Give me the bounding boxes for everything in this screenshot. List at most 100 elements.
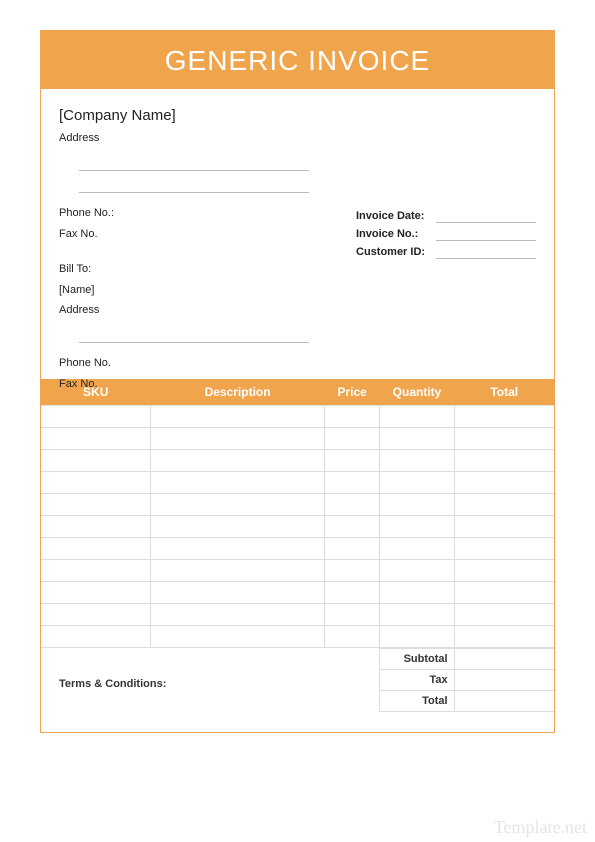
cell-qty[interactable]	[380, 428, 455, 450]
cell-sku[interactable]	[41, 604, 150, 626]
address-line[interactable]	[79, 177, 309, 193]
cell-qty[interactable]	[380, 626, 455, 648]
table-row	[41, 428, 554, 450]
cell-price[interactable]	[325, 604, 380, 626]
table-row	[41, 516, 554, 538]
terms-label: Terms & Conditions:	[41, 648, 379, 712]
tax-label: Tax	[380, 670, 455, 690]
cell-sku[interactable]	[41, 582, 150, 604]
cell-price[interactable]	[325, 538, 380, 560]
cell-qty[interactable]	[380, 538, 455, 560]
company-block: [Company Name] Address Phone No.: Fax No…	[59, 107, 359, 395]
invoice-date-field[interactable]	[436, 209, 536, 223]
table-row	[41, 626, 554, 648]
cell-qty[interactable]	[380, 472, 455, 494]
cell-total[interactable]	[454, 494, 554, 516]
table-row	[41, 604, 554, 626]
tax-value[interactable]	[455, 670, 554, 690]
cell-total[interactable]	[454, 560, 554, 582]
cell-total[interactable]	[454, 428, 554, 450]
invoice-no-label: Invoice No.:	[356, 228, 436, 240]
address-line[interactable]	[79, 327, 309, 343]
cell-desc[interactable]	[150, 560, 324, 582]
cell-sku[interactable]	[41, 560, 150, 582]
cell-price[interactable]	[325, 494, 380, 516]
cell-total[interactable]	[454, 604, 554, 626]
cell-qty[interactable]	[380, 406, 455, 428]
cell-price[interactable]	[325, 626, 380, 648]
customer-id-label: Customer ID:	[356, 246, 436, 258]
subtotal-value[interactable]	[455, 649, 554, 669]
total-label: Total	[380, 691, 455, 711]
billto-phone-label: Phone No.	[59, 353, 359, 374]
cell-qty[interactable]	[380, 582, 455, 604]
cell-qty[interactable]	[380, 604, 455, 626]
table-row	[41, 560, 554, 582]
subtotal-row: Subtotal	[379, 648, 554, 670]
cell-sku[interactable]	[41, 494, 150, 516]
address-line[interactable]	[79, 155, 309, 171]
cell-sku[interactable]	[41, 626, 150, 648]
billto-name: [Name]	[59, 280, 359, 301]
cell-desc[interactable]	[150, 472, 324, 494]
cell-qty[interactable]	[380, 560, 455, 582]
page-title: GENERIC INVOICE	[41, 31, 554, 89]
items-table: SKU Description Price Quantity Total	[41, 379, 554, 648]
cell-desc[interactable]	[150, 626, 324, 648]
cell-desc[interactable]	[150, 538, 324, 560]
cell-desc[interactable]	[150, 604, 324, 626]
cell-desc[interactable]	[150, 494, 324, 516]
billto-address-label: Address	[59, 300, 359, 321]
footer-area: Terms & Conditions: Subtotal Tax Total	[41, 648, 554, 732]
cell-total[interactable]	[454, 516, 554, 538]
total-row: Total	[379, 691, 554, 712]
cell-qty[interactable]	[380, 494, 455, 516]
subtotal-label: Subtotal	[380, 649, 455, 669]
cell-price[interactable]	[325, 516, 380, 538]
cell-desc[interactable]	[150, 450, 324, 472]
cell-total[interactable]	[454, 406, 554, 428]
cell-sku[interactable]	[41, 472, 150, 494]
invoice-no-row: Invoice No.:	[356, 227, 536, 241]
cell-total[interactable]	[454, 626, 554, 648]
cell-total[interactable]	[454, 450, 554, 472]
cell-price[interactable]	[325, 450, 380, 472]
customer-id-field[interactable]	[436, 245, 536, 259]
invoice-meta: Invoice Date: Invoice No.: Customer ID:	[356, 209, 536, 263]
cell-desc[interactable]	[150, 406, 324, 428]
company-address-label: Address	[59, 128, 359, 149]
cell-price[interactable]	[325, 560, 380, 582]
cell-total[interactable]	[454, 538, 554, 560]
cell-sku[interactable]	[41, 538, 150, 560]
table-row	[41, 582, 554, 604]
company-name: [Company Name]	[59, 107, 359, 124]
cell-sku[interactable]	[41, 406, 150, 428]
cell-qty[interactable]	[380, 516, 455, 538]
cell-total[interactable]	[454, 582, 554, 604]
invoice-page: GENERIC INVOICE [Company Name] Address P…	[40, 30, 555, 733]
cell-desc[interactable]	[150, 516, 324, 538]
company-address-lines	[59, 155, 359, 193]
cell-sku[interactable]	[41, 516, 150, 538]
cell-desc[interactable]	[150, 428, 324, 450]
cell-price[interactable]	[325, 428, 380, 450]
col-total: Total	[454, 379, 554, 406]
cell-price[interactable]	[325, 472, 380, 494]
table-row	[41, 472, 554, 494]
cell-qty[interactable]	[380, 450, 455, 472]
cell-desc[interactable]	[150, 582, 324, 604]
cell-price[interactable]	[325, 406, 380, 428]
invoice-no-field[interactable]	[436, 227, 536, 241]
company-fax-label: Fax No.	[59, 224, 359, 245]
invoice-date-row: Invoice Date:	[356, 209, 536, 223]
cell-sku[interactable]	[41, 450, 150, 472]
total-value[interactable]	[455, 691, 554, 711]
customer-id-row: Customer ID:	[356, 245, 536, 259]
table-row	[41, 450, 554, 472]
cell-total[interactable]	[454, 472, 554, 494]
watermark: Template.net	[494, 817, 587, 838]
table-row	[41, 494, 554, 516]
cell-price[interactable]	[325, 582, 380, 604]
billto-heading: Bill To:	[59, 259, 359, 280]
cell-sku[interactable]	[41, 428, 150, 450]
